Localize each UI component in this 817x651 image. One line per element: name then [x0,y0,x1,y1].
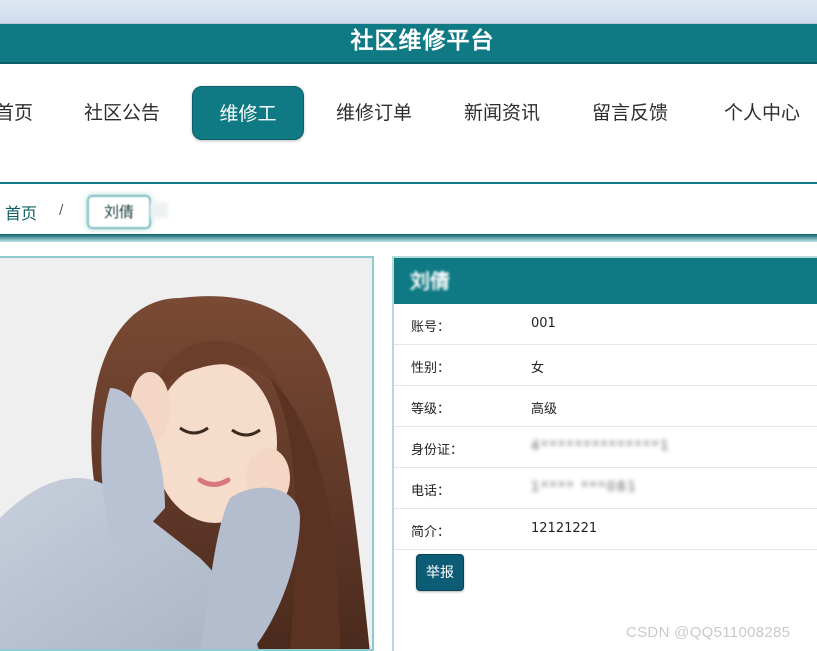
main-nav: 首页 社区公告 维修工 维修订单 新闻资讯 留言反馈 个人中心 [0,64,817,182]
browser-top-strip [0,0,817,24]
nav-item-feedback[interactable]: 留言反馈 [574,86,686,140]
info-label: 性别： [411,361,451,376]
info-label: 等级： [411,402,451,417]
nav-item-notices[interactable]: 社区公告 [66,86,178,140]
info-value: 高级 [531,402,558,417]
nav-item-repairmen[interactable]: 维修工 [192,86,304,140]
info-label: 账号： [411,320,451,335]
profile-name: 刘倩 [410,269,450,293]
profile-info-panel: 刘倩 账号： 001 性别： 女 等级： 高级 身份证： 4**********… [392,256,817,651]
info-label: 电话： [411,484,451,499]
info-row-id-card: 身份证： 4**************1 [394,427,817,468]
nav-item-home[interactable]: 首页 [0,86,70,140]
info-value: 12121221 [531,521,598,536]
breadcrumb-separator: / [59,203,64,218]
nav-item-orders[interactable]: 维修订单 [318,86,430,140]
nav-item-news[interactable]: 新闻资讯 [446,86,558,140]
portrait-image [0,258,372,649]
nav-item-profile[interactable]: 个人中心 [706,86,817,140]
site-title: 社区维修平台 [350,28,495,54]
breadcrumb-home-link[interactable]: 首页 [5,200,37,224]
breadcrumb: 首页 / 刘倩 [0,182,817,234]
info-row-phone: 电话： 1**** ***081 [394,468,817,509]
info-row-intro: 简介： 12121221 [394,509,817,550]
report-button[interactable]: 举报 [416,554,464,591]
info-row-gender: 性别： 女 [394,345,817,386]
info-value: 1**** ***081 [531,480,638,495]
info-value: 女 [531,361,545,376]
info-value: 001 [531,316,556,331]
info-row-account: 账号： 001 [394,304,817,345]
site-header: 社区维修平台 [0,24,817,64]
profile-photo [0,256,374,651]
info-value: 4**************1 [531,439,671,454]
watermark: CSDN @QQ511008285 [626,624,791,641]
breadcrumb-current: 刘倩 [87,195,151,229]
profile-name-header: 刘倩 [394,258,817,304]
breadcrumb-blur-mask [150,202,168,218]
info-row-level: 等级： 高级 [394,386,817,427]
info-label: 身份证： [411,443,464,458]
info-label: 简介： [411,525,451,540]
section-divider [0,234,817,242]
